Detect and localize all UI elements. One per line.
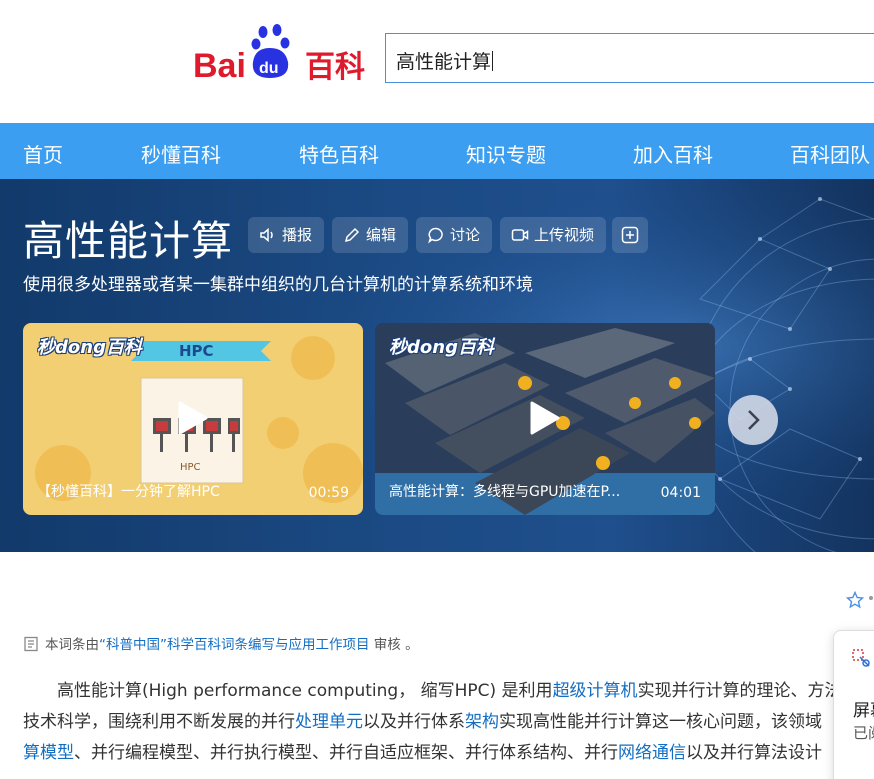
- side-popup[interactable]: 屏幕 已阅: [833, 630, 874, 779]
- upload-video-button[interactable]: 上传视频: [500, 217, 607, 253]
- edit-button[interactable]: 编辑: [332, 217, 409, 253]
- link-supercomputer[interactable]: 超级计算机: [553, 681, 638, 701]
- discuss-label: 讨论: [450, 226, 481, 244]
- review-project-link[interactable]: “科普中国”科学百科词条编写与应用工作项目: [99, 637, 370, 653]
- nav-item-team[interactable]: 百科团队: [790, 139, 870, 168]
- intro-paragraph: 高性能计算(High performance computing， 缩写HPC)…: [23, 676, 838, 769]
- video-card-2[interactable]: 秒dong百科 高性能计算：多线程与GPU加速在P... 04:01: [375, 323, 715, 515]
- svg-text:百科: 百科: [305, 50, 365, 82]
- side-popup-subtitle: 已阅: [853, 724, 874, 742]
- paragraph-line-1: 高性能计算(High performance computing， 缩写HPC)…: [23, 676, 838, 707]
- text-segment: 以及并行体系: [363, 712, 465, 732]
- broadcast-button[interactable]: 播报: [248, 217, 325, 253]
- review-prefix: 本词条由: [45, 637, 99, 653]
- link-processing-unit[interactable]: 处理单元: [295, 712, 363, 732]
- thumbnail-banner-text: HPC: [179, 342, 214, 360]
- link-computing-model[interactable]: 算模型: [23, 743, 74, 763]
- nav-item-home[interactable]: 首页: [23, 139, 63, 168]
- thumbnail-caption: HPC: [180, 462, 201, 473]
- more-dot: [869, 596, 873, 600]
- scissors-icon: [852, 649, 870, 667]
- review-note: 本词条由“科普中国”科学百科词条编写与应用工作项目 审核 。: [23, 633, 419, 653]
- text-segment: 实现高性能并行计算这一核心问题，该领域: [499, 712, 822, 732]
- nav-item-featured[interactable]: 特色百科: [299, 139, 379, 168]
- nav-item-join[interactable]: 加入百科: [633, 139, 713, 168]
- link-architecture[interactable]: 架构: [465, 712, 499, 732]
- search-input[interactable]: 高性能计算: [385, 33, 874, 83]
- add-button[interactable]: [612, 217, 648, 253]
- video-camera-icon: [511, 229, 529, 241]
- chat-bubble-icon: [428, 227, 443, 244]
- link-network-communication[interactable]: 网络通信: [618, 743, 686, 763]
- edit-label: 编辑: [366, 226, 397, 244]
- review-suffix: 审核 。: [369, 637, 419, 653]
- video-brand-logo: 秒dong百科: [37, 337, 142, 358]
- text-segment: 实现并行计算的理论、方法、: [637, 681, 838, 701]
- nav-item-topics[interactable]: 知识专题: [466, 139, 546, 168]
- svg-text:Bai: Bai: [193, 47, 246, 82]
- star-icon[interactable]: [846, 591, 864, 609]
- chevron-right-icon: [748, 410, 760, 430]
- page-subtitle: 使用很多处理器或者某一集群中组织的几台计算机的计算系统和环境: [23, 275, 533, 295]
- paragraph-line-2: 技术科学，围绕利用不断发展的并行处理单元以及并行体系架构实现高性能并行计算这一核…: [23, 707, 838, 738]
- page-title: 高性能计算: [23, 217, 233, 265]
- side-popup-title: 屏幕: [853, 701, 874, 721]
- paragraph-line-3: 算模型、并行编程模型、并行执行模型、并行自适应框架、并行体系结构、并行网络通信以…: [23, 738, 838, 769]
- upload-video-label: 上传视频: [534, 226, 595, 244]
- video-duration: 00:59: [308, 485, 349, 501]
- nav-item-miaodong[interactable]: 秒懂百科: [141, 139, 221, 168]
- text-segment: 技术科学，围绕利用不断发展的并行: [23, 712, 295, 732]
- broadcast-label: 播报: [282, 226, 313, 244]
- text-segment: 高性能计算(High performance computing， 缩写HPC)…: [57, 681, 553, 701]
- video-duration: 04:01: [660, 485, 701, 501]
- play-icon: [178, 401, 208, 435]
- text-segment: 以及并行算法设计: [686, 743, 822, 763]
- main-nav: 首页 秒懂百科 特色百科 知识专题 加入百科 百科团队: [0, 123, 874, 179]
- video-title: 高性能计算：多线程与GPU加速在P...: [389, 484, 621, 500]
- text-segment: 、并行编程模型、并行执行模型、并行自适应框架、并行体系结构、并行: [74, 743, 618, 763]
- speaker-icon: [260, 227, 273, 243]
- play-icon: [530, 401, 560, 435]
- search-input-value: 高性能计算: [396, 51, 494, 73]
- hero-banner: 高性能计算 播报 编辑 讨论 上传视频 使用很多处理器或者某一集群中组织的几台计…: [0, 179, 874, 552]
- svg-text:du: du: [259, 60, 279, 77]
- carousel-next-button[interactable]: [728, 395, 778, 445]
- video-card-1[interactable]: 秒dong百科 HPC HPC 【秒懂百科】一分钟了解HPC 00:59: [23, 323, 363, 515]
- video-title: 【秒懂百科】一分钟了解HPC: [37, 484, 220, 500]
- page: Bai du 百科 高性能计算 首页 秒懂百科 特色百科 知识专题 加入百科 百…: [0, 0, 874, 779]
- plus-square-icon: [621, 226, 639, 244]
- discuss-button[interactable]: 讨论: [416, 217, 493, 253]
- document-icon: [24, 636, 38, 652]
- baidu-baike-logo[interactable]: Bai du 百科: [193, 22, 373, 82]
- top-header: Bai du 百科 高性能计算: [0, 0, 874, 123]
- text-caret: [492, 51, 494, 71]
- video-brand-logo: 秒dong百科: [389, 337, 494, 358]
- pencil-icon: [344, 227, 360, 243]
